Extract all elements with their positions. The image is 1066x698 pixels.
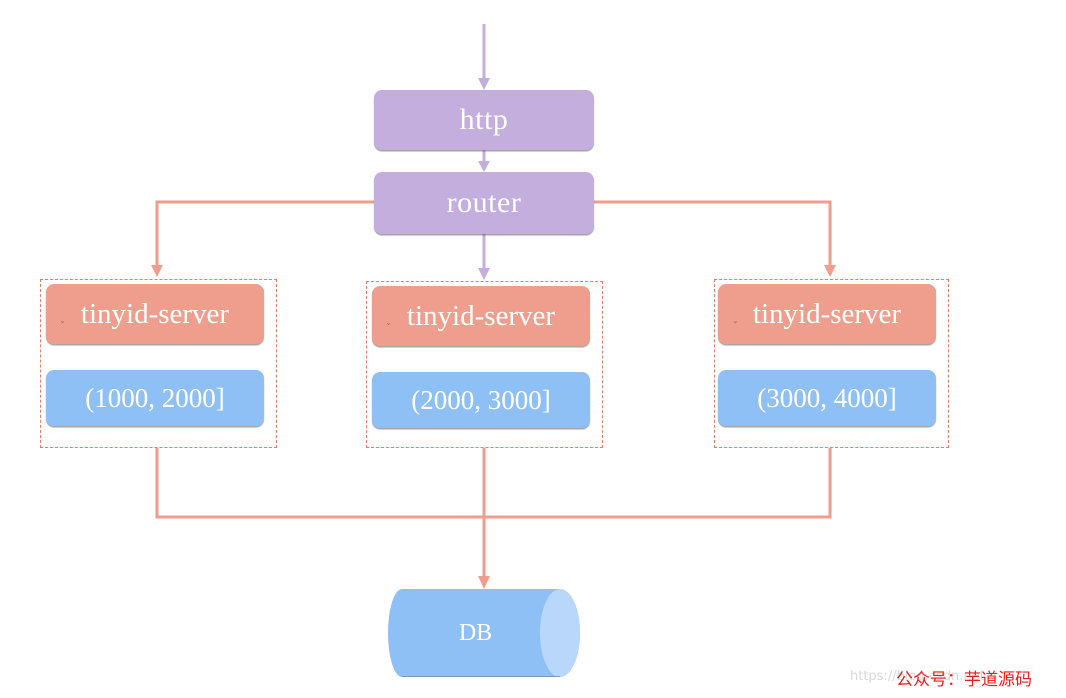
- arrow-router-server-1-head: [151, 265, 163, 277]
- arrow-into-http-head: [478, 78, 490, 90]
- server-name: tinyid-server: [80, 297, 230, 330]
- id-range-label: (2000, 3000]: [411, 384, 551, 415]
- router-label: router: [446, 186, 522, 219]
- id-range-label: (3000, 4000]: [757, 382, 897, 413]
- server-name: tinyid-server: [406, 299, 556, 332]
- server-name: tinyid-server: [752, 297, 902, 330]
- watermark-caption: 公众号：芋道源码: [896, 665, 1032, 690]
- router-node: router: [374, 172, 594, 234]
- id-range-label: (1000, 2000]: [85, 382, 225, 413]
- arrow-http-router-head: [478, 161, 490, 172]
- arrow-router-server-3: [594, 200, 832, 268]
- tinyid-server-node-2: tinyid-server: [372, 286, 590, 346]
- arrow-router-server-1: [155, 200, 374, 268]
- http-label: http: [459, 103, 509, 136]
- spellcheck-mark: ˇ: [60, 321, 65, 332]
- tinyid-server-node-1: tinyid-server: [46, 284, 264, 344]
- arrow-router-server-2-head: [478, 268, 490, 280]
- watermark-text: 公众号：芋道源码: [896, 670, 1032, 690]
- spellcheck-mark: ˇ: [386, 323, 391, 334]
- id-range-node-1: (1000, 2000]: [46, 370, 264, 426]
- id-range-node-3: (3000, 4000]: [718, 370, 936, 426]
- id-range-node-2: (2000, 3000]: [372, 372, 590, 428]
- arrow-router-server-3-head: [824, 265, 836, 277]
- tinyid-server-node-3: tinyid-server: [718, 284, 936, 344]
- http-node: http: [374, 90, 594, 150]
- line-server-1-db: [155, 448, 832, 519]
- database-label: DB: [458, 619, 493, 646]
- arrow-server-2-db-head: [478, 576, 490, 589]
- spellcheck-mark: ˇ: [733, 321, 738, 332]
